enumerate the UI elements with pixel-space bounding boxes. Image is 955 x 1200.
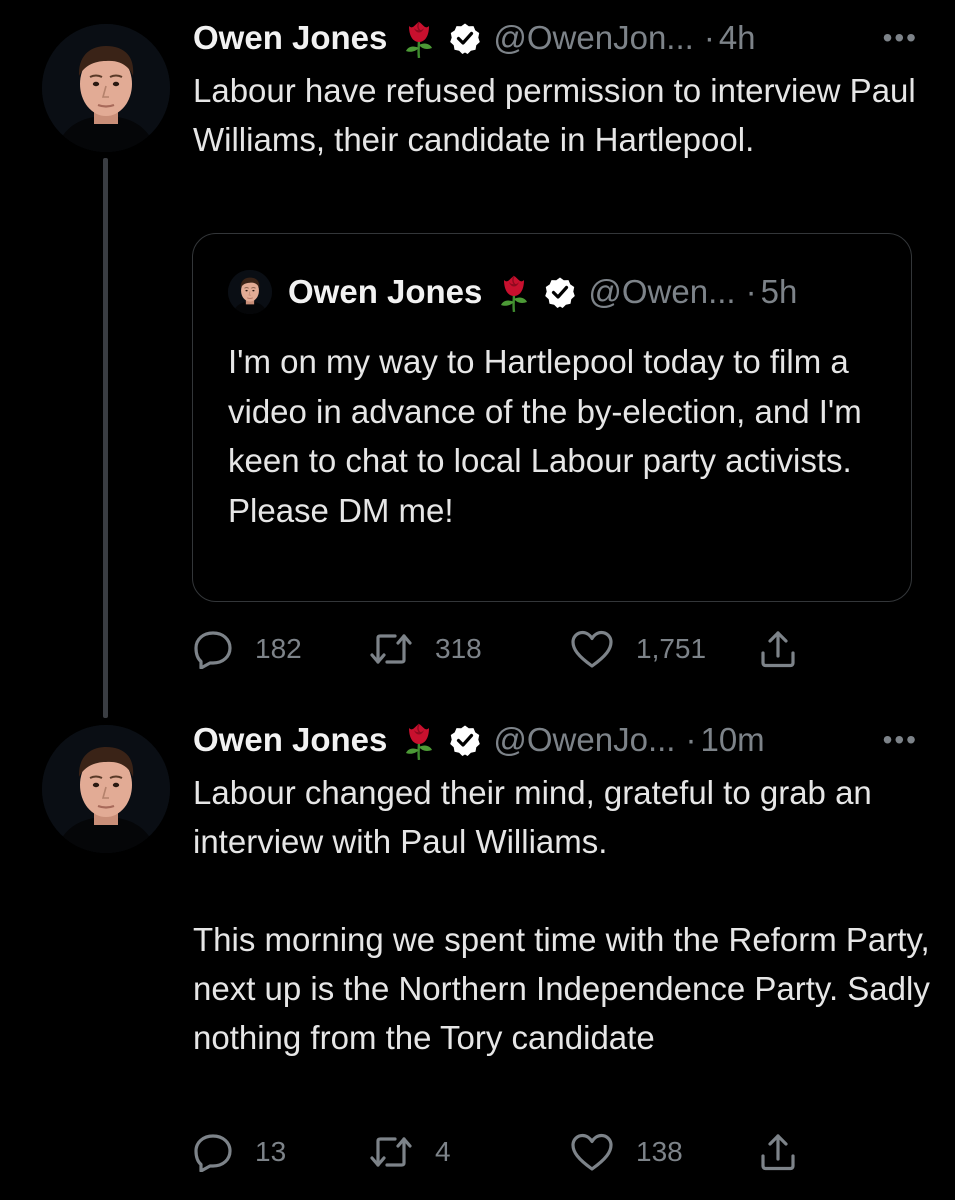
like-icon — [570, 629, 614, 669]
retweet-icon — [369, 629, 413, 669]
tweet-actions: 182 318 1,751 — [193, 624, 813, 674]
share-button[interactable] — [758, 1127, 820, 1177]
retweet-count: 318 — [435, 633, 482, 664]
share-button[interactable] — [758, 624, 820, 674]
tweet-header: Owen Jones @OwenJo... · 10m ••• — [193, 720, 918, 760]
thread-connector-line — [103, 158, 108, 718]
quoted-tweet-text: I'm on my way to Hartlepool today to fil… — [228, 343, 862, 529]
reply-count: 182 — [255, 633, 302, 664]
tweet-text: Labour have refused permission to interv… — [193, 72, 925, 158]
like-count: 138 — [636, 1136, 683, 1167]
separator-dot: · — [685, 721, 697, 758]
more-icon[interactable]: ••• — [883, 724, 918, 756]
quoted-tweet-header: Owen Jones @Owen... · 5h — [288, 272, 797, 312]
timestamp: 5h — [760, 273, 798, 310]
retweet-button[interactable]: 4 — [369, 1127, 451, 1177]
like-count: 1,751 — [636, 633, 707, 664]
reply-button[interactable]: 13 — [193, 1127, 286, 1177]
avatar[interactable] — [42, 725, 170, 853]
more-icon[interactable]: ••• — [883, 22, 918, 54]
verified-badge-icon — [449, 22, 481, 54]
author-name[interactable]: Owen Jones — [193, 721, 387, 759]
avatar[interactable] — [42, 24, 170, 152]
rose-emoji-icon — [401, 720, 437, 760]
author-handle: @Owen... — [588, 273, 736, 310]
share-icon — [758, 1132, 798, 1172]
verified-badge-icon — [449, 724, 481, 756]
author-name[interactable]: Owen Jones — [193, 19, 387, 57]
like-button[interactable]: 138 — [570, 1127, 683, 1177]
reply-icon — [193, 629, 233, 669]
like-button[interactable]: 1,751 — [570, 624, 706, 674]
rose-emoji-icon — [496, 272, 532, 312]
timestamp[interactable]: 10m — [700, 721, 764, 759]
share-icon — [758, 629, 798, 669]
retweet-button[interactable]: 318 — [369, 624, 482, 674]
reply-button[interactable]: 182 — [193, 624, 302, 674]
quoted-tweet-card[interactable]: Owen Jones @Owen... · 5h I'm on my way t… — [192, 233, 912, 602]
avatar[interactable] — [228, 270, 272, 314]
timestamp[interactable]: 4h — [719, 19, 756, 57]
separator-dot: · — [703, 19, 715, 56]
tweet-header: Owen Jones @OwenJon... · 4h ••• — [193, 18, 918, 58]
reply-count: 13 — [255, 1136, 287, 1167]
rose-emoji-icon — [401, 18, 437, 58]
author-handle[interactable]: @OwenJon... — [493, 19, 693, 57]
separator-dot: · — [745, 273, 757, 310]
author-handle[interactable]: @OwenJo... — [493, 721, 675, 759]
tweet-text: Labour changed their mind, grateful to g… — [193, 774, 930, 1056]
tweet-actions: 13 4 138 — [193, 1127, 813, 1177]
like-icon — [570, 1132, 614, 1172]
author-name: Owen Jones — [288, 273, 483, 310]
retweet-icon — [369, 1132, 413, 1172]
reply-icon — [193, 1132, 233, 1172]
verified-badge-icon — [544, 276, 576, 308]
retweet-count: 4 — [435, 1136, 451, 1167]
